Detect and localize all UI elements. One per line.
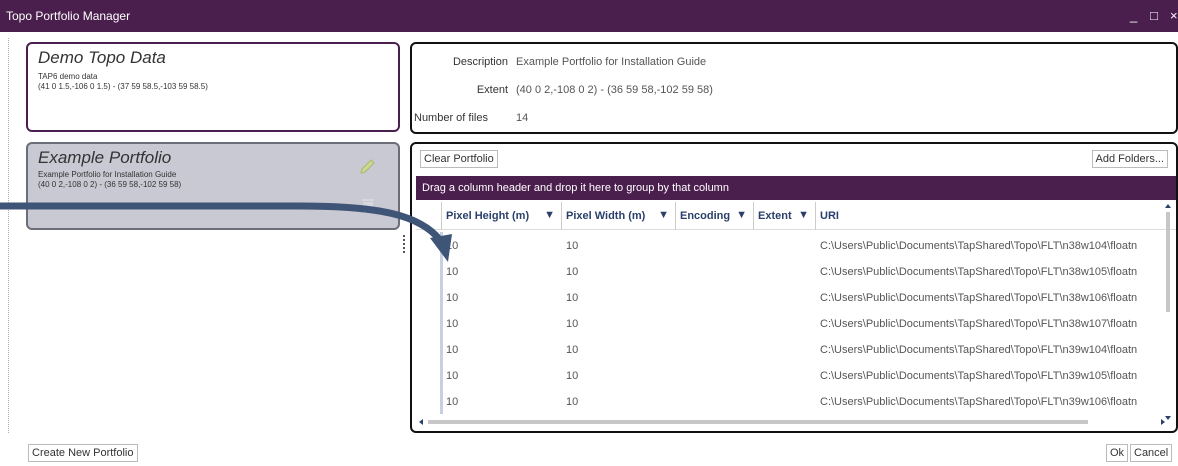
group-by-panel[interactable]: Drag a column header and drop it here to… bbox=[416, 176, 1176, 200]
portfolio-card-demo[interactable]: Demo Topo Data TAP6 demo data (41 0 1.5,… bbox=[26, 42, 400, 132]
ok-button[interactable]: Ok bbox=[1106, 444, 1129, 462]
cell-uri: C:\Users\Public\Documents\TapShared\Topo… bbox=[820, 396, 1138, 408]
horizontal-scrollbar[interactable] bbox=[418, 418, 1166, 426]
cell-pixel-width: 10 bbox=[566, 318, 579, 330]
add-folders-button[interactable]: Add Folders... bbox=[1091, 150, 1168, 168]
row-indicator bbox=[440, 336, 443, 362]
column-label: URI bbox=[820, 210, 839, 222]
cell-uri: C:\Users\Public\Documents\TapShared\Topo… bbox=[820, 240, 1138, 252]
cell-pixel-width: 10 bbox=[566, 266, 579, 278]
cell-pixel-width: 10 bbox=[566, 370, 579, 382]
cell-pixel-height: 10 bbox=[446, 292, 459, 304]
column-label: Pixel Height (m) bbox=[446, 210, 530, 222]
cell-pixel-width: 10 bbox=[566, 240, 579, 252]
create-portfolio-button[interactable]: Create New Portfolio bbox=[28, 444, 138, 462]
splitter-handle[interactable] bbox=[403, 235, 406, 253]
files-value: 14 bbox=[516, 112, 529, 124]
minimize-icon[interactable]: _ bbox=[1130, 8, 1137, 23]
table-row[interactable]: 10 10 C:\Users\Public\Documents\TapShare… bbox=[416, 388, 1162, 414]
title-bar: Topo Portfolio Manager _ □ × bbox=[0, 0, 1178, 32]
description-label: Description bbox=[452, 56, 508, 68]
maximize-icon[interactable]: □ bbox=[1150, 8, 1158, 23]
portfolio-name: Demo Topo Data bbox=[38, 48, 166, 67]
trash-icon[interactable] bbox=[360, 196, 376, 214]
portfolio-details: Description Example Portfolio for Instal… bbox=[410, 42, 1178, 134]
cell-uri: C:\Users\Public\Documents\TapShared\Topo… bbox=[820, 318, 1138, 330]
cell-uri: C:\Users\Public\Documents\TapShared\Topo… bbox=[820, 292, 1138, 304]
column-header-pixel-height[interactable]: Pixel Height (m) ▼ bbox=[442, 202, 562, 230]
cell-pixel-width: 10 bbox=[566, 292, 579, 304]
table-row[interactable]: 10 10 C:\Users\Public\Documents\TapShare… bbox=[416, 362, 1162, 388]
cell-pixel-width: 10 bbox=[566, 344, 579, 356]
column-header-encoding[interactable]: Encoding ▼ bbox=[676, 202, 754, 230]
table-row[interactable]: 10 10 C:\Users\Public\Documents\TapShare… bbox=[416, 336, 1162, 362]
filter-icon[interactable]: ▼ bbox=[658, 209, 669, 221]
column-header-pixel-width[interactable]: Pixel Width (m) ▼ bbox=[562, 202, 676, 230]
column-header-extent[interactable]: Extent ▼ bbox=[754, 202, 816, 230]
row-indicator bbox=[440, 258, 443, 284]
extent-label: Extent bbox=[476, 84, 508, 96]
grid-header: Pixel Height (m) ▼ Pixel Width (m) ▼ Encod… bbox=[416, 202, 1176, 230]
portfolio-extent: (40 0 2,-108 0 2) - (36 59 58,-102 59 58… bbox=[38, 180, 182, 189]
portfolio-card-example[interactable]: Example Portfolio Example Portfolio for … bbox=[26, 142, 400, 230]
cell-pixel-height: 10 bbox=[446, 240, 459, 252]
vertical-scrollbar[interactable] bbox=[1164, 202, 1172, 422]
column-label: Extent bbox=[758, 210, 792, 222]
portfolio-description: TAP6 demo data bbox=[38, 72, 98, 81]
table-row[interactable]: 10 10 C:\Users\Public\Documents\TapShare… bbox=[416, 284, 1162, 310]
filter-icon[interactable]: ▼ bbox=[798, 209, 809, 221]
column-header-uri[interactable]: URI bbox=[816, 202, 1162, 230]
cancel-button[interactable]: Cancel bbox=[1130, 444, 1173, 462]
table-row[interactable]: 10 10 C:\Users\Public\Documents\TapShare… bbox=[416, 232, 1162, 258]
cell-pixel-height: 10 bbox=[446, 344, 459, 356]
close-icon[interactable]: × bbox=[1170, 8, 1178, 23]
files-grid-panel: Clear Portfolio Add Folders... Drag a co… bbox=[410, 142, 1178, 433]
cell-pixel-height: 10 bbox=[446, 318, 459, 330]
row-indicator bbox=[440, 388, 443, 414]
edit-pencil-icon[interactable] bbox=[358, 158, 376, 176]
column-label: Pixel Width (m) bbox=[566, 210, 646, 222]
filter-icon[interactable]: ▼ bbox=[736, 209, 747, 221]
filter-icon[interactable]: ▼ bbox=[544, 209, 555, 221]
clear-portfolio-button[interactable]: Clear Portfolio bbox=[420, 150, 498, 168]
portfolio-extent: (41 0 1.5,-106 0 1.5) - (37 59 58.5,-103… bbox=[38, 82, 208, 91]
row-indicator bbox=[440, 284, 443, 310]
column-label: Encoding bbox=[680, 210, 731, 222]
row-indicator bbox=[440, 362, 443, 388]
cell-uri: C:\Users\Public\Documents\TapShared\Topo… bbox=[820, 370, 1138, 382]
cell-pixel-height: 10 bbox=[446, 370, 459, 382]
row-indicator-header bbox=[416, 202, 442, 230]
files-label: Number of files bbox=[414, 112, 488, 124]
extent-value: (40 0 2,-108 0 2) - (36 59 58,-102 59 58… bbox=[516, 84, 713, 96]
cell-pixel-width: 10 bbox=[566, 396, 579, 408]
row-indicator bbox=[440, 310, 443, 336]
cell-uri: C:\Users\Public\Documents\TapShared\Topo… bbox=[820, 344, 1138, 356]
portfolio-description: Example Portfolio for Installation Guide bbox=[38, 170, 177, 179]
window-title: Topo Portfolio Manager bbox=[6, 9, 131, 23]
cell-pixel-height: 10 bbox=[446, 396, 459, 408]
portfolio-name: Example Portfolio bbox=[38, 148, 172, 167]
row-indicator bbox=[440, 232, 443, 258]
cell-pixel-height: 10 bbox=[446, 266, 459, 278]
cell-uri: C:\Users\Public\Documents\TapShared\Topo… bbox=[820, 266, 1138, 278]
table-row[interactable]: 10 10 C:\Users\Public\Documents\TapShare… bbox=[416, 258, 1162, 284]
description-value: Example Portfolio for Installation Guide bbox=[516, 56, 707, 68]
table-row[interactable]: 10 10 C:\Users\Public\Documents\TapShare… bbox=[416, 310, 1162, 336]
